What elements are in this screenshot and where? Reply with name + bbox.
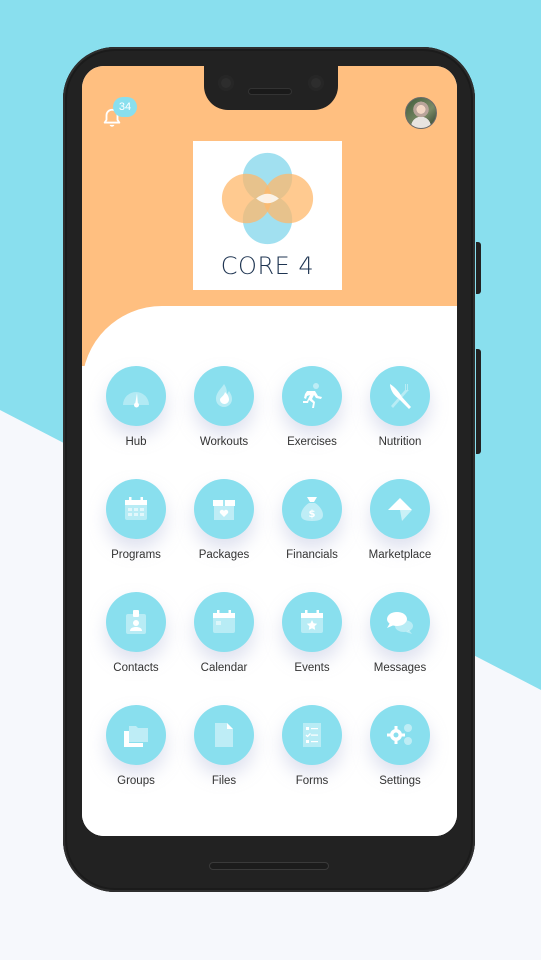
logo-text: CORE 4 — [220, 252, 315, 280]
home-indicator[interactable] — [209, 862, 329, 870]
front-sensor-icon — [308, 75, 324, 91]
menu-item-groups[interactable]: Groups — [92, 705, 180, 818]
menu-item-files[interactable]: Files — [180, 705, 268, 818]
menu-label: Messages — [373, 662, 427, 674]
file-icon — [215, 723, 233, 747]
menu-grid: Hub Workouts Exercises Nutrition Program… — [92, 366, 447, 818]
menu-item-programs[interactable]: Programs — [92, 479, 180, 592]
user-avatar[interactable] — [405, 97, 437, 129]
core4-logo-icon — [221, 152, 314, 245]
menu-label: Files — [211, 775, 237, 787]
flame-icon — [216, 384, 232, 407]
gears-icon — [387, 724, 412, 745]
menu-item-contacts[interactable]: Contacts — [92, 592, 180, 705]
phone-screen: 34 CORE 4 Hub Workouts Exercises Nutriti… — [82, 66, 457, 836]
menu-item-nutrition[interactable]: Nutrition — [356, 366, 444, 479]
menu-label: Programs — [111, 549, 161, 561]
fork-knife-icon — [390, 384, 411, 409]
menu-item-hub[interactable]: Hub — [92, 366, 180, 479]
notification-badge[interactable]: 34 — [113, 97, 137, 117]
menu-label: Calendar — [200, 662, 248, 674]
volume-button — [476, 349, 481, 454]
menu-label: Forms — [295, 775, 329, 787]
menu-item-packages[interactable]: Packages — [180, 479, 268, 592]
menu-item-messages[interactable]: Messages — [356, 592, 444, 705]
menu-label: Hub — [125, 436, 147, 448]
menu-label: Workouts — [199, 436, 249, 448]
money-bag-icon: $ — [301, 497, 323, 521]
menu-label: Nutrition — [378, 436, 422, 448]
svg-text:$: $ — [309, 509, 316, 520]
menu-label: Events — [294, 662, 330, 674]
running-person-icon — [303, 383, 322, 408]
menu-label: Marketplace — [368, 549, 432, 561]
gift-box-heart-icon — [213, 500, 235, 520]
calendar-icon — [213, 610, 235, 633]
earpiece-speaker — [248, 88, 292, 95]
menu-label: Groups — [117, 775, 155, 787]
calendar-grid-icon — [125, 497, 147, 520]
checklist-icon — [303, 723, 321, 747]
phone-frame: 34 CORE 4 Hub Workouts Exercises Nutriti… — [63, 47, 481, 892]
menu-label: Exercises — [287, 436, 337, 448]
menu-item-exercises[interactable]: Exercises — [268, 366, 356, 479]
calendar-star-icon — [301, 610, 323, 633]
menu-item-calendar[interactable]: Calendar — [180, 592, 268, 705]
chat-bubbles-icon — [387, 612, 413, 634]
menu-item-settings[interactable]: Settings — [356, 705, 444, 818]
marketplace-arrow-icon — [388, 498, 412, 521]
menu-item-workouts[interactable]: Workouts — [180, 366, 268, 479]
menu-item-financials[interactable]: $ Financials — [268, 479, 356, 592]
brand-logo: CORE 4 — [193, 141, 342, 290]
menu-label: Packages — [198, 549, 250, 561]
menu-item-forms[interactable]: Forms — [268, 705, 356, 818]
speedometer-icon — [123, 392, 149, 408]
menu-label: Settings — [379, 775, 421, 787]
power-button — [476, 242, 481, 294]
menu-item-events[interactable]: Events — [268, 592, 356, 705]
menu-label: Financials — [286, 549, 338, 561]
front-camera-icon — [218, 75, 234, 91]
menu-item-marketplace[interactable]: Marketplace — [356, 479, 444, 592]
menu-label: Contacts — [113, 662, 159, 674]
folders-icon — [124, 726, 148, 747]
id-badge-icon — [126, 610, 146, 634]
camera-notch — [204, 66, 338, 110]
